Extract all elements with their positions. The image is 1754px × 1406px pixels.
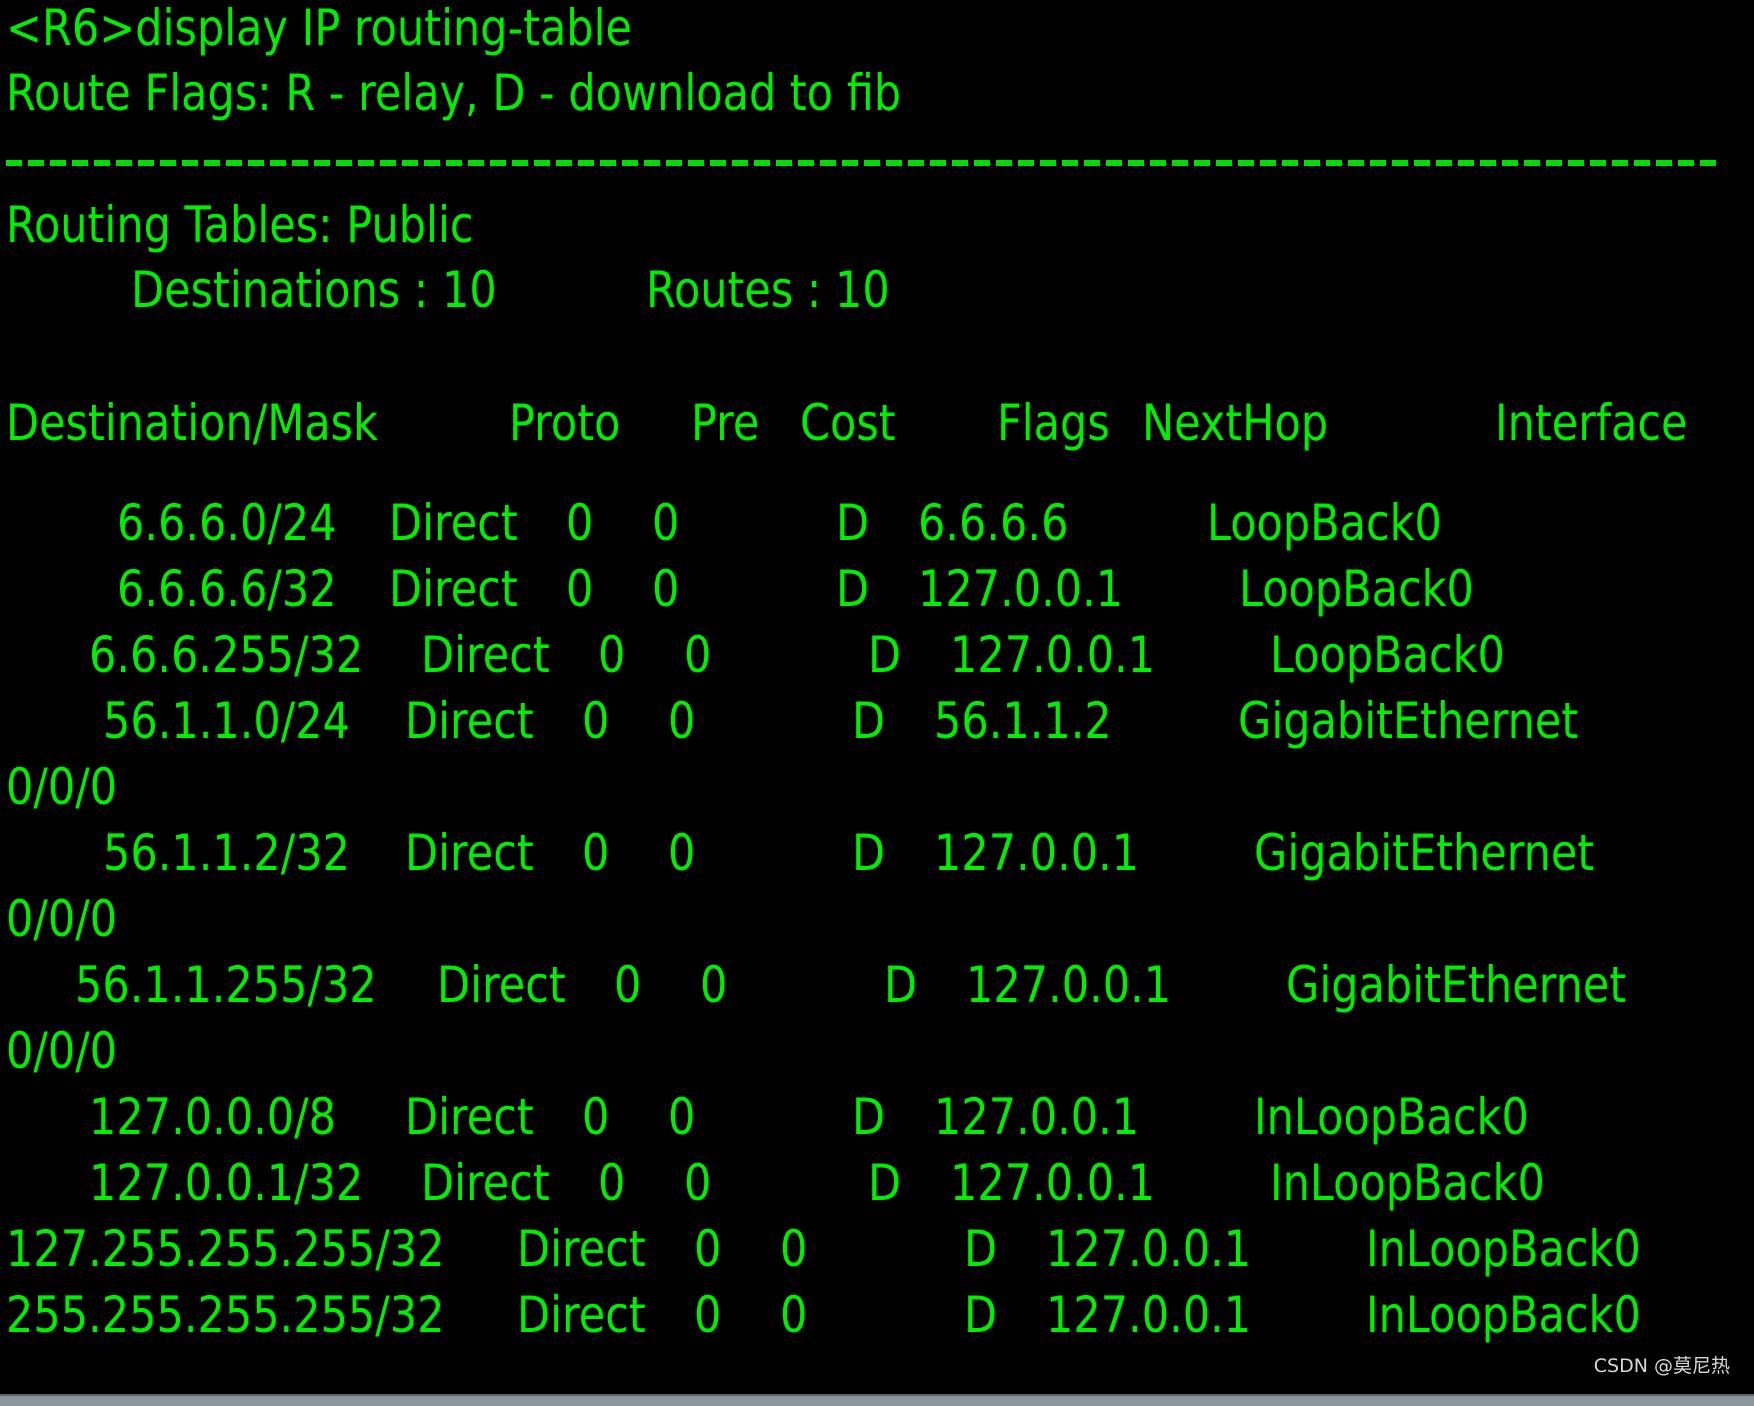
route-nexthop: 127.0.0.1: [950, 1154, 1156, 1212]
route-nexthop: 127.0.0.1: [1046, 1286, 1252, 1344]
routing-table-title: Routing Tables: Public: [6, 196, 474, 254]
route-destination: 56.1.1.0/24: [103, 692, 351, 750]
route-interface: InLoopBack0: [1254, 1088, 1529, 1146]
route-flags: D: [964, 1286, 998, 1344]
header-cost: Cost: [800, 394, 896, 452]
header-nexthop: NextHop: [1142, 394, 1329, 452]
route-preference: 0: [598, 626, 626, 684]
watermark: CSDN @莫尼热: [1593, 1355, 1730, 1377]
route-destination: 127.255.255.255/32: [6, 1220, 445, 1278]
route-proto: Direct: [405, 824, 534, 882]
route-flags: D: [852, 692, 886, 750]
route-destination: 6.6.6.255/32: [89, 626, 364, 684]
route-flags: D: [964, 1220, 998, 1278]
route-interface: GigabitEthernet: [1254, 824, 1595, 882]
destinations-count: Destinations : 10: [131, 261, 497, 319]
route-cost: 0: [780, 1286, 808, 1344]
route-destination: 56.1.1.255/32: [75, 956, 377, 1014]
route-proto: Direct: [389, 560, 518, 618]
route-proto: Direct: [421, 1154, 550, 1212]
route-proto: Direct: [421, 626, 550, 684]
header-proto: Proto: [509, 394, 621, 452]
route-interface: LoopBack0: [1239, 560, 1474, 618]
route-preference: 0: [694, 1220, 722, 1278]
route-nexthop: 127.0.0.1: [918, 560, 1124, 618]
route-interface-continuation: 0/0/0: [6, 758, 118, 816]
route-interface: LoopBack0: [1270, 626, 1505, 684]
header-destination-mask: Destination/Mask: [6, 394, 378, 452]
route-interface: GigabitEthernet: [1286, 956, 1627, 1014]
route-cost: 0: [668, 824, 696, 882]
route-preference: 0: [582, 692, 610, 750]
route-nexthop: 127.0.0.1: [966, 956, 1172, 1014]
route-cost: 0: [684, 1154, 712, 1212]
route-cost: 0: [780, 1220, 808, 1278]
route-preference: 0: [582, 1088, 610, 1146]
window-bottom-bar: [0, 1394, 1754, 1406]
route-flags: D: [884, 956, 918, 1014]
route-flags: D: [868, 626, 902, 684]
route-interface: GigabitEthernet: [1238, 692, 1579, 750]
route-nexthop: 127.0.0.1: [934, 1088, 1140, 1146]
route-flags: D: [836, 560, 870, 618]
route-interface: InLoopBack0: [1366, 1220, 1641, 1278]
route-destination: 255.255.255.255/32: [6, 1286, 445, 1344]
route-nexthop: 127.0.0.1: [934, 824, 1140, 882]
route-flags-legend: Route Flags: R - relay, D - download to …: [6, 64, 902, 122]
route-flags: D: [852, 1088, 886, 1146]
route-interface-continuation: 0/0/0: [6, 1022, 118, 1080]
route-nexthop: 127.0.0.1: [1046, 1220, 1252, 1278]
route-cost: 0: [652, 494, 680, 552]
header-interface: Interface: [1495, 394, 1688, 452]
route-proto: Direct: [389, 494, 518, 552]
route-preference: 0: [582, 824, 610, 882]
route-interface: InLoopBack0: [1270, 1154, 1545, 1212]
header-pre: Pre: [691, 394, 760, 452]
header-flags: Flags: [997, 394, 1110, 452]
route-interface-continuation: 0/0/0: [6, 890, 118, 948]
route-preference: 0: [566, 560, 594, 618]
route-destination: 6.6.6.6/32: [117, 560, 337, 618]
route-destination: 56.1.1.2/32: [103, 824, 351, 882]
route-destination: 6.6.6.0/24: [117, 494, 337, 552]
route-preference: 0: [614, 956, 642, 1014]
route-interface: InLoopBack0: [1366, 1286, 1641, 1344]
route-proto: Direct: [405, 692, 534, 750]
route-proto: Direct: [437, 956, 566, 1014]
route-cost: 0: [700, 956, 728, 1014]
route-preference: 0: [694, 1286, 722, 1344]
route-cost: 0: [668, 692, 696, 750]
separator-line: [6, 160, 1718, 166]
route-cost: 0: [684, 626, 712, 684]
route-nexthop: 6.6.6.6: [918, 494, 1069, 552]
route-proto: Direct: [517, 1286, 646, 1344]
routes-count: Routes : 10: [646, 261, 890, 319]
route-flags: D: [852, 824, 886, 882]
route-flags: D: [836, 494, 870, 552]
route-cost: 0: [652, 560, 680, 618]
route-destination: 127.0.0.0/8: [89, 1088, 337, 1146]
command-prompt-line: <R6>display IP routing-table: [6, 0, 632, 57]
route-nexthop: 56.1.1.2: [934, 692, 1112, 750]
route-proto: Direct: [517, 1220, 646, 1278]
route-preference: 0: [566, 494, 594, 552]
route-flags: D: [868, 1154, 902, 1212]
route-destination: 127.0.0.1/32: [89, 1154, 364, 1212]
route-cost: 0: [668, 1088, 696, 1146]
route-preference: 0: [598, 1154, 626, 1212]
route-nexthop: 127.0.0.1: [950, 626, 1156, 684]
route-proto: Direct: [405, 1088, 534, 1146]
route-interface: LoopBack0: [1207, 494, 1442, 552]
terminal-window[interactable]: <R6>display IP routing-table Route Flags…: [0, 0, 1754, 1396]
